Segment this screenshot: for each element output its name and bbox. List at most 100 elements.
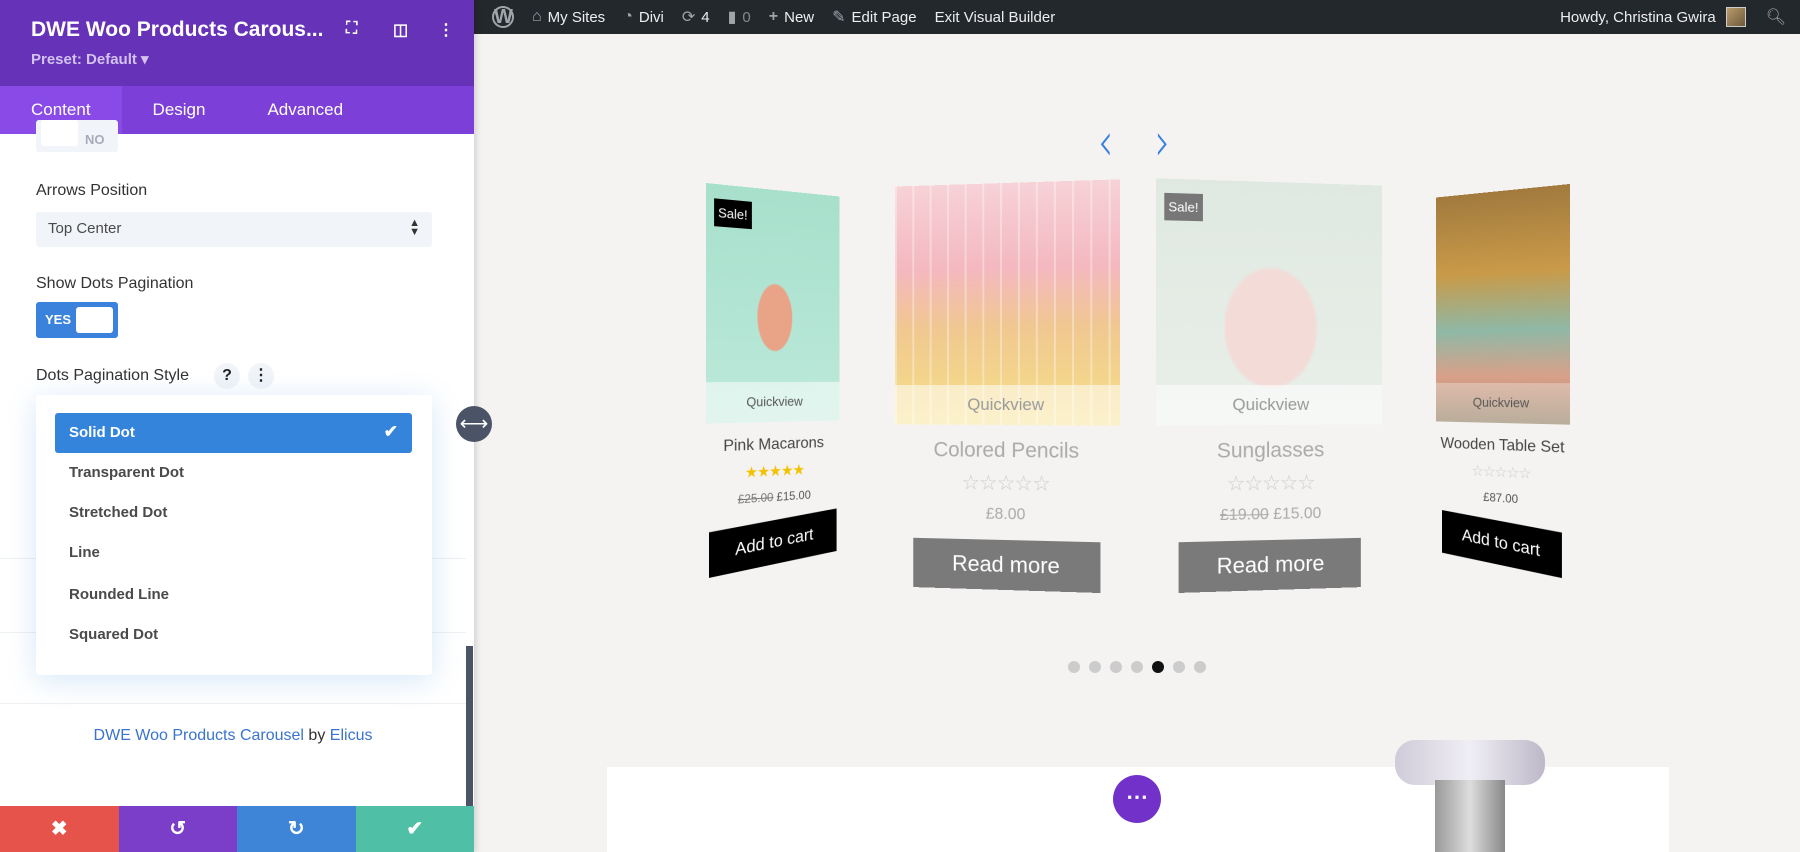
updates-icon: ⟳ [681,9,696,26]
redo-button[interactable]: ↻ [237,806,356,852]
pencil-icon: ✎ [832,9,846,26]
preset-dropdown[interactable]: Preset: Default ▾ [31,50,149,68]
pagination-dot[interactable] [1152,661,1164,673]
pagination-dot[interactable] [1089,661,1101,673]
toggle-knob [76,307,113,333]
product-image[interactable]: Quickview [895,179,1120,426]
option-line[interactable]: Line [55,533,412,573]
toggle-knob [41,120,78,146]
discard-button[interactable]: ✖ [0,806,119,852]
product-image[interactable]: Sale! Quickview [705,183,840,424]
option-stretched-dot[interactable]: Stretched Dot [55,493,412,533]
product-price: £8.00 [895,504,1120,527]
undo-button[interactable]: ↺ [118,806,237,852]
sale-badge: Sale! [1164,192,1203,222]
product-card[interactable]: Quickview Colored Pencils ☆☆☆☆☆ £8.00 Re… [895,179,1120,594]
user-greeting[interactable]: Howdy, Christina Gwira [1560,9,1716,26]
edit-page-link[interactable]: ✎ Edit Page [832,7,916,27]
plugin-credit: DWE Woo Products Carousel by Elicus [0,727,466,745]
option-rounded-line[interactable]: Rounded Line [55,575,412,615]
quickview-button[interactable]: Quickview [1156,384,1382,426]
exit-visual-builder-label: Exit Visual Builder [934,8,1056,26]
pagination-dot[interactable] [1131,661,1143,673]
old-price: £19.00 [1219,506,1269,525]
resize-handle-icon[interactable]: ⟷ [456,406,492,442]
sale-badge: Sale! [714,198,752,230]
divi-label: Divi [638,8,664,26]
dots-style-label: Dots Pagination Style [36,367,189,384]
pagination-dot[interactable] [1173,661,1185,673]
exit-visual-builder-link[interactable]: Exit Visual Builder [935,9,1056,26]
product-price: £25.00 £15.00 [706,486,839,509]
product-name[interactable]: Pink Macarons [706,434,839,457]
add-to-cart-button[interactable]: Add to cart [1442,510,1563,579]
product-card[interactable]: Quickview Wooden Table Set ☆☆☆☆☆ £87.00 … [1435,183,1571,579]
help-icon[interactable]: ? [214,363,240,389]
new-link[interactable]: + New [769,8,814,26]
toggle-label: YES [45,312,72,327]
show-dots-label: Show Dots Pagination [36,275,194,292]
search-icon[interactable]: 🔍︎ [1766,7,1786,27]
read-more-button[interactable]: Read more [913,537,1101,594]
product-image[interactable]: Quickview [1435,183,1571,425]
product-name[interactable]: Colored Pencils [895,438,1120,464]
quickview-button[interactable]: Quickview [1435,382,1571,425]
product-card[interactable]: Sale! Quickview Pink Macarons ★★★★★ £25.… [705,183,840,579]
product-image-partial [1395,740,1545,852]
product-price: £19.00 £15.00 [1156,504,1382,527]
pagination-dot[interactable] [1068,661,1080,673]
pagination-dot[interactable] [1110,661,1122,673]
option-label: Solid Dot [69,424,135,441]
quickview-button[interactable]: Quickview [895,384,1120,426]
price: £87.00 [1483,489,1519,507]
read-more-button[interactable]: Read more [1178,537,1362,593]
previous-toggle[interactable]: NO [36,120,118,152]
option-squared-dot[interactable]: Squared Dot [55,615,412,655]
option-solid-dot[interactable]: Solid Dot ✔ [55,413,412,453]
credit-by: by [303,727,330,744]
divi-link[interactable]: ◔ Divi [623,8,664,26]
split-view-icon[interactable]: ◫ [393,20,408,40]
tab-advanced[interactable]: Advanced [236,86,374,134]
comments-count: 0 [742,8,751,26]
show-dots-toggle[interactable]: YES [36,302,118,338]
option-transparent-dot[interactable]: Transparent Dot [55,453,412,493]
my-sites-link[interactable]: ⌂ My Sites [532,8,605,26]
more-options-icon[interactable]: ⋮ [438,20,454,40]
panel-title: DWE Woo Products Carous... [31,18,324,41]
product-card[interactable]: Sale! Quickview Sunglasses ☆☆☆☆☆ £19.00 … [1156,178,1382,593]
comments-link[interactable]: ▮ 0 [728,7,751,27]
more-icon[interactable]: ⋮ [248,363,274,389]
author-link[interactable]: Elicus [330,727,373,744]
save-button[interactable]: ✔ [355,806,474,852]
plugin-link[interactable]: DWE Woo Products Carousel [94,727,304,744]
sale-price: £15.00 [1273,505,1322,523]
section-options-button[interactable]: ⋯ [1113,775,1161,823]
carousel-next-arrow[interactable]: › [1155,111,1170,173]
settings-panel: DWE Woo Products Carous... Preset: Defau… [0,0,474,852]
arrows-position-select[interactable]: Top Center ▲ ▼ [36,212,432,247]
avatar[interactable] [1725,7,1746,27]
pagination-dot[interactable] [1194,661,1206,673]
product-image[interactable]: Sale! Quickview [1156,178,1382,426]
arrows-position-label: Arrows Position [36,182,148,199]
fullscreen-icon[interactable]: ⛶ [346,20,357,38]
carousel-prev-arrow[interactable]: ‹ [1098,111,1113,173]
panel-header: DWE Woo Products Carous... Preset: Defau… [0,0,474,86]
rating-stars: ☆☆☆☆☆ [961,471,1050,496]
product-name[interactable]: Sunglasses [1156,438,1382,464]
add-to-cart-button[interactable]: Add to cart [708,508,837,579]
my-sites-label: My Sites [547,8,606,26]
sale-price: £15.00 [776,487,811,504]
product-name[interactable]: Wooden Table Set [1436,435,1570,458]
updates-link[interactable]: ⟳ 4 [682,7,710,27]
price: £8.00 [985,505,1026,524]
product-price: £87.00 [1436,487,1570,510]
my-sites-icon: ⌂ [532,8,542,25]
panel-actions: ✖ ↺ ↻ ✔ [0,806,474,852]
quickview-button[interactable]: Quickview [705,381,840,424]
tab-design[interactable]: Design [122,86,237,134]
scrollbar[interactable] [466,646,473,806]
wordpress-menu[interactable]: W [492,6,514,28]
old-price: £25.00 [737,490,774,507]
